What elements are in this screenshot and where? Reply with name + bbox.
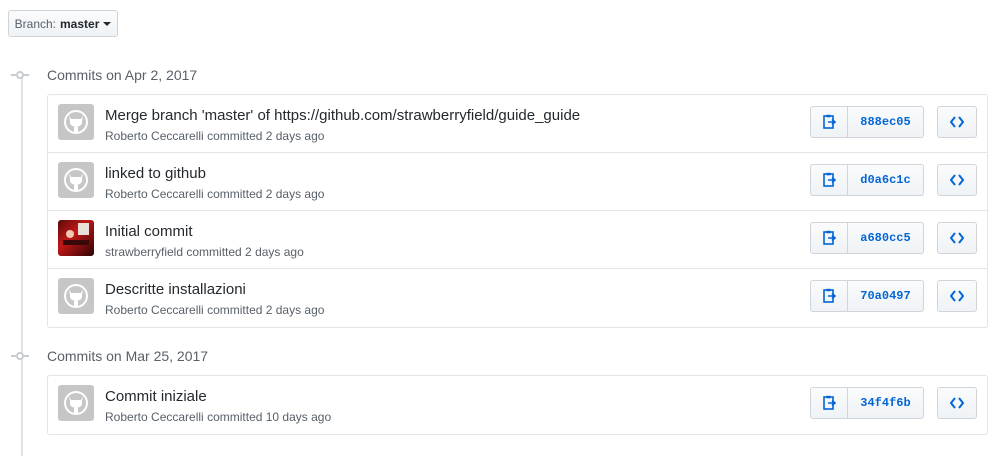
sha-button-group: 34f4f6b [810,387,924,419]
commit-group-header: Commits on Mar 25, 2017 [0,348,1002,368]
commit-time: committed 2 days ago [186,245,304,259]
browse-repo-button[interactable] [937,164,977,196]
commit-sha-link[interactable]: 888ec05 [848,106,924,138]
commit-list: Commit iniziale Roberto Ceccarelli commi… [47,375,988,435]
octocat-icon [64,168,88,192]
commit-sha-link[interactable]: d0a6c1c [848,164,924,196]
commit-meta: Roberto Ceccarelli committed 2 days ago [105,303,324,317]
branch-value: master [60,16,100,31]
clipboard-icon [823,288,836,303]
clipboard-icon [823,230,836,245]
sha-button-group: 888ec05 [810,106,924,138]
avatar[interactable] [58,162,94,198]
branch-select-button[interactable]: Branch: master [8,10,118,37]
commit-meta: Roberto Ceccarelli committed 10 days ago [105,410,331,424]
commit-message-link[interactable]: linked to github [105,165,206,182]
commit-list: Merge branch 'master' of https://github.… [47,94,988,328]
code-brackets-icon [950,116,964,128]
commit-timeline-icon [11,71,29,79]
clipboard-icon [823,172,836,187]
commit-message-link[interactable]: Merge branch 'master' of https://github.… [105,107,580,124]
commit-row: linked to github Roberto Ceccarelli comm… [48,153,987,211]
commit-meta: Roberto Ceccarelli committed 2 days ago [105,129,324,143]
commit-group-title: Commits on Mar 25, 2017 [47,348,209,364]
commit-message-link[interactable]: Commit iniziale [105,388,207,405]
browse-repo-button[interactable] [937,106,977,138]
commits-page: Branch: master Commits on Apr 2, 2017 Me… [0,0,1002,456]
commit-group-title: Commits on Apr 2, 2017 [47,67,198,83]
commit-group-header: Commits on Apr 2, 2017 [0,67,1002,87]
commit-time: committed 2 days ago [207,187,325,201]
commit-meta: Roberto Ceccarelli committed 2 days ago [105,187,324,201]
commit-sha-link[interactable]: a680cc5 [848,222,924,254]
commit-group: Commits on Mar 25, 2017 Commit iniziale … [0,348,1002,435]
octocat-icon [64,391,88,415]
octocat-icon [64,110,88,134]
commit-meta: strawberryfield committed 2 days ago [105,245,304,259]
commit-row: Descritte installazioni Roberto Ceccarel… [48,269,987,327]
timeline-line [21,74,23,456]
browse-repo-button[interactable] [937,280,977,312]
avatar[interactable] [58,220,94,256]
commit-author-link[interactable]: Roberto Ceccarelli [105,129,204,143]
sha-button-group: a680cc5 [810,222,924,254]
copy-sha-button[interactable] [810,387,848,419]
profile-photo-icon [63,223,89,245]
commit-message-link[interactable]: Descritte installazioni [105,281,246,298]
copy-sha-button[interactable] [810,164,848,196]
commit-message-link[interactable]: Initial commit [105,223,193,240]
branch-label: Branch: [14,16,56,31]
commit-time: committed 10 days ago [207,410,332,424]
commit-author-link[interactable]: Roberto Ceccarelli [105,410,204,424]
code-brackets-icon [950,174,964,186]
code-brackets-icon [950,232,964,244]
copy-sha-button[interactable] [810,280,848,312]
caret-down-icon [103,22,112,26]
commit-timeline-icon [11,352,29,360]
code-brackets-icon [950,397,964,409]
commit-group: Commits on Apr 2, 2017 Merge branch 'mas… [0,67,1002,328]
sha-button-group: d0a6c1c [810,164,924,196]
commit-row: Merge branch 'master' of https://github.… [48,95,987,153]
sha-button-group: 70a0497 [810,280,924,312]
commit-row: Commit iniziale Roberto Ceccarelli commi… [48,376,987,434]
avatar[interactable] [58,104,94,140]
avatar[interactable] [58,278,94,314]
commit-row: Initial commit strawberryfield committed… [48,211,987,269]
browse-repo-button[interactable] [937,222,977,254]
copy-sha-button[interactable] [810,106,848,138]
copy-sha-button[interactable] [810,222,848,254]
avatar[interactable] [58,385,94,421]
commit-time: committed 2 days ago [207,303,325,317]
clipboard-icon [823,395,836,410]
octocat-icon [64,284,88,308]
commit-time: committed 2 days ago [207,129,325,143]
browse-repo-button[interactable] [937,387,977,419]
commit-sha-link[interactable]: 70a0497 [848,280,924,312]
code-brackets-icon [950,290,964,302]
commit-author-link[interactable]: Roberto Ceccarelli [105,303,204,317]
commit-sha-link[interactable]: 34f4f6b [848,387,924,419]
commit-author-link[interactable]: Roberto Ceccarelli [105,187,204,201]
commit-author-link[interactable]: strawberryfield [105,245,183,259]
clipboard-icon [823,114,836,129]
